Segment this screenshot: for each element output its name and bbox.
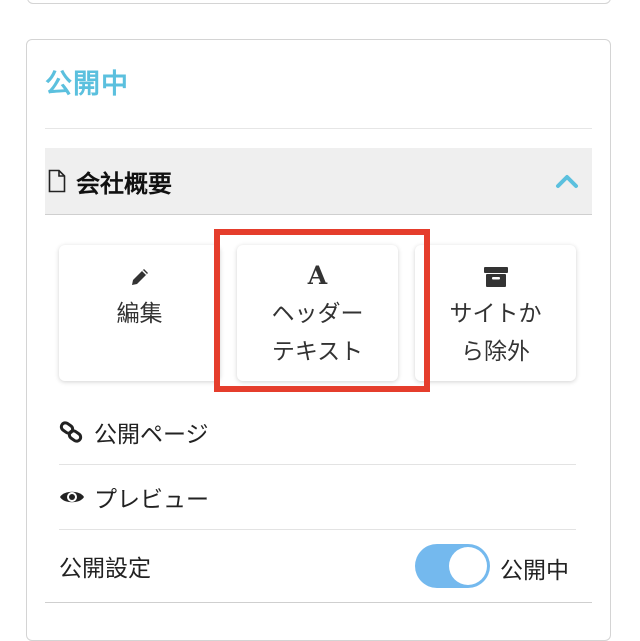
remove-from-site-button[interactable]: サイトか ら除外 <box>415 245 576 381</box>
chevron-up-icon[interactable] <box>555 173 579 189</box>
public-page-link[interactable]: 公開ページ <box>59 400 576 465</box>
publish-toggle[interactable] <box>415 544 490 588</box>
edit-button[interactable]: 編集 <box>59 245 220 381</box>
status-heading: 公開中 <box>45 69 129 100</box>
publish-state-label: 公開中 <box>500 558 569 584</box>
public-page-label: 公開ページ <box>94 422 209 448</box>
preview-link[interactable]: プレビュー <box>59 465 576 530</box>
eye-icon <box>60 491 84 503</box>
header-text-button[interactable]: A ヘッダー テキスト <box>237 245 398 381</box>
page-name: 会社概要 <box>76 170 172 198</box>
header-text-label-line2: テキスト <box>271 339 364 365</box>
publish-settings-label: 公開設定 <box>59 556 151 582</box>
page-section-header[interactable]: 会社概要 <box>45 148 592 215</box>
divider <box>45 128 592 129</box>
action-buttons: 編集 A ヘッダー テキスト サイトか ら除外 <box>59 245 576 383</box>
archive-box-icon <box>483 267 508 287</box>
preview-label: プレビュー <box>94 487 209 513</box>
header-text-label-line1: ヘッダー <box>271 301 364 327</box>
document-icon <box>48 169 66 193</box>
edit-label: 編集 <box>116 301 163 327</box>
font-a-icon: A <box>307 261 328 290</box>
publish-settings-row: 公開設定 公開中 <box>59 534 576 598</box>
link-icon <box>59 421 83 443</box>
previous-card <box>27 0 611 4</box>
remove-label-line1: サイトか <box>449 301 542 327</box>
toggle-knob <box>449 547 487 585</box>
pencil-icon <box>131 269 148 285</box>
divider-bottom <box>45 602 592 603</box>
remove-label-line2: ら除外 <box>461 339 530 365</box>
